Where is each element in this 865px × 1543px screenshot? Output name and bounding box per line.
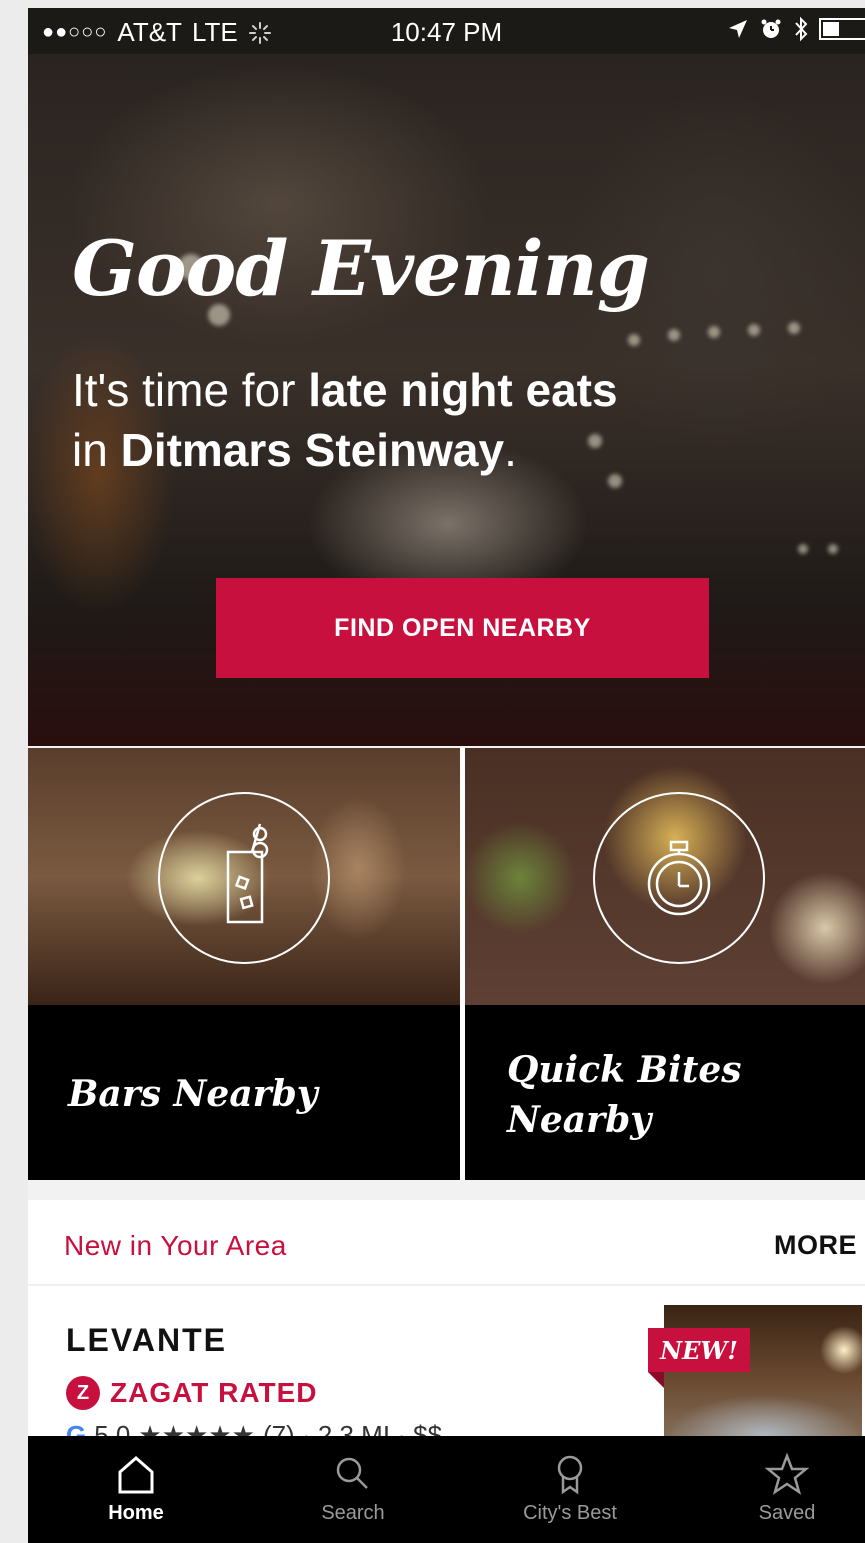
- tab-search[interactable]: Search: [273, 1436, 433, 1543]
- tab-saved[interactable]: Saved: [707, 1436, 865, 1543]
- stopwatch-icon: [593, 792, 765, 964]
- status-bar: ●●○○○ AT&T LTE 10:47 PM: [28, 8, 865, 54]
- quick-bites-label: Quick Bites Nearby: [507, 1049, 742, 1141]
- cocktail-glass-icon: [158, 792, 330, 964]
- tab-saved-label: Saved: [758, 1502, 816, 1524]
- bars-nearby-label: Bars Nearby: [68, 1073, 318, 1115]
- search-icon: [336, 1457, 368, 1489]
- neighborhood-name: Ditmars Steinway: [120, 424, 505, 476]
- more-link[interactable]: MORE: [774, 1230, 857, 1261]
- category-tiles: Bars Nearby Quick Bites Nearby: [28, 748, 865, 1180]
- tab-citys-best[interactable]: City's Best: [490, 1436, 650, 1543]
- new-in-area-section: New in Your Area MORE LEVANTE Z ZAGAT RA…: [28, 1200, 865, 1460]
- tab-home[interactable]: Home: [56, 1436, 216, 1543]
- tab-search-label: Search: [321, 1502, 385, 1524]
- bars-nearby-tile[interactable]: Bars Nearby: [28, 748, 460, 1180]
- app-screen: ●●○○○ AT&T LTE 10:47 PM Good Evening It'…: [28, 8, 865, 1543]
- restaurant-name: LEVANTE: [66, 1322, 227, 1358]
- tab-citys-best-label: City's Best: [523, 1502, 617, 1524]
- bottom-tab-bar: Home Search City's Best Saved: [28, 1436, 865, 1543]
- zagat-logo-icon: Z: [66, 1376, 100, 1410]
- bluetooth-icon: [795, 16, 808, 42]
- award-icon: [557, 1455, 583, 1495]
- battery-icon: [819, 18, 865, 40]
- alarm-clock-icon: [761, 19, 781, 38]
- quick-bites-tile[interactable]: Quick Bites Nearby: [465, 748, 865, 1180]
- new-badge: NEW!: [648, 1328, 750, 1388]
- location-arrow-icon: [729, 20, 747, 38]
- hero-banner: Good Evening It's time for late night ea…: [28, 54, 865, 746]
- home-icon: [118, 1456, 154, 1494]
- meal-period: late night eats: [308, 364, 618, 416]
- section-title: New in Your Area: [64, 1230, 287, 1261]
- tab-home-label: Home: [108, 1502, 164, 1524]
- star-icon: [765, 1452, 809, 1495]
- greeting-title: Good Evening: [72, 224, 650, 313]
- greeting-subtitle: It's time for late night eats in Ditmars…: [72, 364, 618, 476]
- zagat-rated-badge: Z ZAGAT RATED: [66, 1376, 318, 1410]
- find-open-nearby-button[interactable]: FIND OPEN NEARBY: [216, 578, 709, 678]
